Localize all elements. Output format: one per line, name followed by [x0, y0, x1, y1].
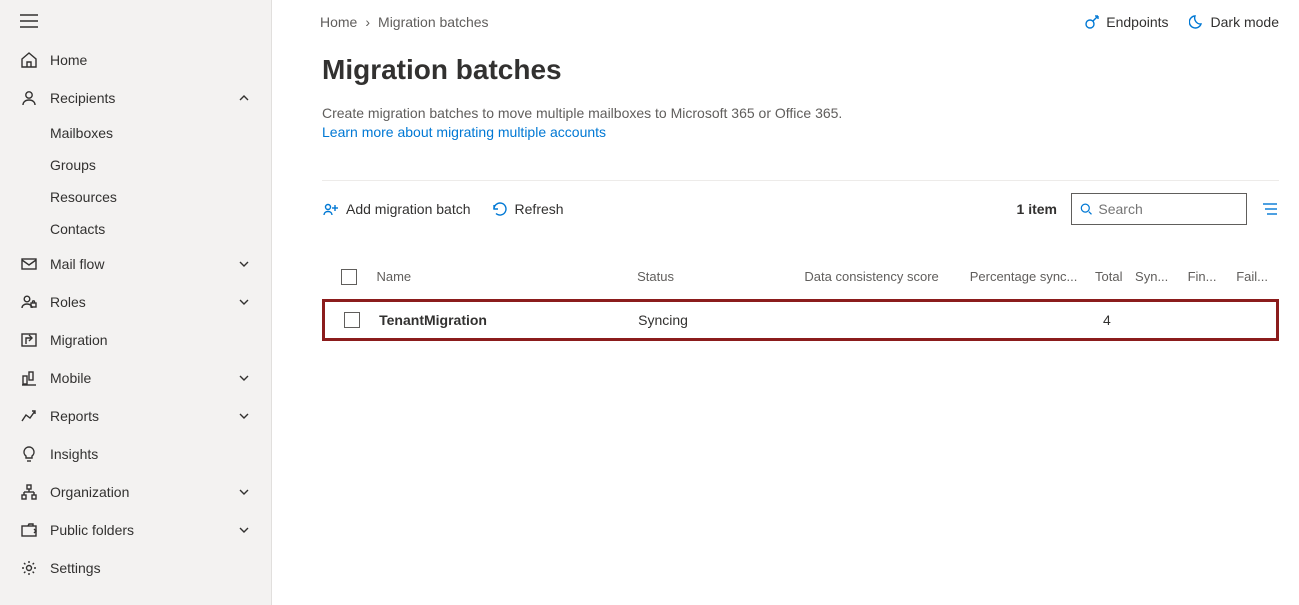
home-icon — [20, 51, 38, 69]
dark-mode-button[interactable]: Dark mode — [1189, 14, 1279, 30]
col-dcs[interactable]: Data consistency score — [804, 269, 969, 284]
dark-mode-label: Dark mode — [1211, 14, 1279, 30]
mobile-icon — [20, 369, 38, 387]
sidebar-item-label: Recipients — [50, 90, 237, 106]
refresh-icon — [491, 200, 509, 218]
sidebar-item-settings[interactable]: Settings — [0, 549, 271, 587]
chevron-down-icon — [237, 295, 251, 309]
col-psync[interactable]: Percentage sync... — [970, 269, 1083, 284]
add-people-icon — [322, 200, 340, 218]
gear-icon — [20, 559, 38, 577]
breadcrumb: Home › Migration batches — [320, 14, 489, 30]
sidebar-item-recipients[interactable]: Recipients — [0, 79, 271, 117]
sidebar-item-roles[interactable]: Roles — [0, 283, 271, 321]
page-description: Create migration batches to move multipl… — [322, 104, 1279, 124]
item-count: 1 item — [1017, 201, 1057, 217]
row-name: TenantMigration — [379, 312, 638, 328]
learn-more-link[interactable]: Learn more about migrating multiple acco… — [322, 124, 1279, 140]
chevron-up-icon — [237, 91, 251, 105]
topbar: Home › Migration batches Endpoints Dark … — [320, 14, 1279, 30]
chevron-down-icon — [237, 523, 251, 537]
row-total: 4 — [1081, 312, 1133, 328]
sidebar-item-insights[interactable]: Insights — [0, 435, 271, 473]
row-checkbox[interactable] — [344, 312, 360, 328]
col-total[interactable]: Total — [1083, 269, 1136, 284]
sidebar-item-label: Organization — [50, 484, 237, 500]
sidebar-sub-contacts[interactable]: Contacts — [0, 213, 271, 245]
filter-icon[interactable] — [1261, 200, 1279, 218]
sidebar-sub-resources[interactable]: Resources — [0, 181, 271, 213]
sidebar-item-reports[interactable]: Reports — [0, 397, 271, 435]
sidebar-sub-groups[interactable]: Groups — [0, 149, 271, 181]
sidebar-item-label: Public folders — [50, 522, 237, 538]
nav-sub-recipients: Mailboxes Groups Resources Contacts — [0, 117, 271, 245]
chevron-down-icon — [237, 409, 251, 423]
refresh-label: Refresh — [515, 201, 564, 217]
row-status: Syncing — [638, 312, 804, 328]
page-title: Migration batches — [322, 54, 1279, 86]
sidebar-item-public-folders[interactable]: Public folders — [0, 511, 271, 549]
sidebar-item-organization[interactable]: Organization — [0, 473, 271, 511]
col-fin[interactable]: Fin... — [1188, 269, 1237, 284]
sidebar-item-label: Mail flow — [50, 256, 237, 272]
endpoints-label: Endpoints — [1106, 14, 1168, 30]
bulb-icon — [20, 445, 38, 463]
migration-table: Name Status Data consistency score Perce… — [322, 261, 1279, 341]
breadcrumb-home[interactable]: Home — [320, 14, 357, 30]
sidebar-sub-mailboxes[interactable]: Mailboxes — [0, 117, 271, 149]
sidebar-item-label: Roles — [50, 294, 237, 310]
app-root: Home Recipients Mailboxes Groups Resourc… — [0, 0, 1299, 605]
table-row[interactable]: TenantMigration Syncing 4 — [322, 299, 1279, 341]
col-fail[interactable]: Fail... — [1236, 269, 1279, 284]
col-name[interactable]: Name — [376, 269, 637, 284]
main-content: Home › Migration batches Endpoints Dark … — [272, 0, 1299, 605]
sidebar-item-home[interactable]: Home — [0, 41, 271, 79]
sidebar-item-label: Migration — [50, 332, 251, 348]
sidebar-item-label: Reports — [50, 408, 237, 424]
search-input[interactable] — [1098, 201, 1238, 217]
top-actions: Endpoints Dark mode — [1084, 14, 1279, 30]
organization-icon — [20, 483, 38, 501]
refresh-button[interactable]: Refresh — [491, 200, 564, 218]
sidebar-item-label: Insights — [50, 446, 251, 462]
sidebar: Home Recipients Mailboxes Groups Resourc… — [0, 0, 272, 605]
add-migration-batch-button[interactable]: Add migration batch — [322, 200, 471, 218]
endpoints-icon — [1084, 14, 1100, 30]
folder-icon — [20, 521, 38, 539]
reports-icon — [20, 407, 38, 425]
col-status[interactable]: Status — [637, 269, 804, 284]
sidebar-item-mobile[interactable]: Mobile — [0, 359, 271, 397]
chevron-down-icon — [237, 371, 251, 385]
sidebar-item-label: Home — [50, 52, 251, 68]
chevron-down-icon — [237, 257, 251, 271]
roles-icon — [20, 293, 38, 311]
search-box[interactable] — [1071, 193, 1247, 225]
sidebar-item-mail-flow[interactable]: Mail flow — [0, 245, 271, 283]
endpoints-button[interactable]: Endpoints — [1084, 14, 1168, 30]
sidebar-item-label: Settings — [50, 560, 251, 576]
select-all-checkbox[interactable] — [341, 269, 357, 285]
nav-list: Home Recipients Mailboxes Groups Resourc… — [0, 41, 271, 587]
add-label: Add migration batch — [346, 201, 471, 217]
chevron-down-icon — [237, 485, 251, 499]
mail-icon — [20, 255, 38, 273]
person-icon — [20, 89, 38, 107]
toolbar: Add migration batch Refresh 1 item — [322, 180, 1279, 237]
migration-icon — [20, 331, 38, 349]
breadcrumb-current: Migration batches — [378, 14, 489, 30]
search-icon — [1080, 202, 1092, 216]
hamburger-button[interactable] — [0, 0, 271, 41]
sidebar-item-migration[interactable]: Migration — [0, 321, 271, 359]
col-syn[interactable]: Syn... — [1135, 269, 1188, 284]
chevron-right-icon: › — [365, 14, 370, 30]
sidebar-item-label: Mobile — [50, 370, 237, 386]
moon-icon — [1189, 14, 1205, 30]
table-header: Name Status Data consistency score Perce… — [322, 261, 1279, 299]
